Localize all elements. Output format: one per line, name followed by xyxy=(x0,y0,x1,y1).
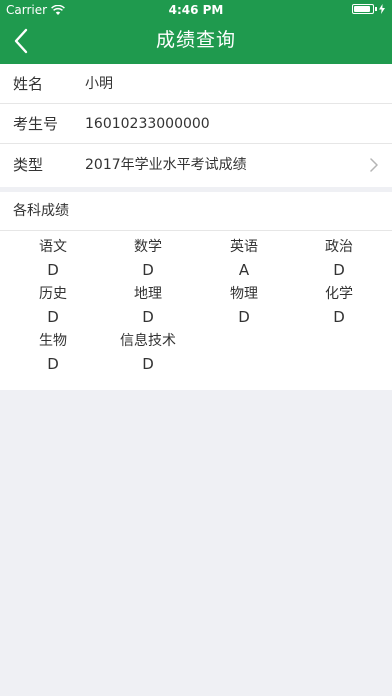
score-cell: 信息技术 D xyxy=(99,332,197,374)
name-label: 姓名 xyxy=(13,75,44,93)
status-time: 4:46 PM xyxy=(168,3,224,17)
subject-grade: D xyxy=(142,308,154,326)
subject-name: 地理 xyxy=(134,286,162,302)
navigation-bar: Carrier 4:46 PM 成绩查询 xyxy=(0,0,392,64)
subject-name: 信息技术 xyxy=(120,333,176,349)
subject-grade: D xyxy=(333,308,345,326)
subject-scores-panel: 各科成绩 语文 D 数学 D 英语 A 政治 D 历史 D 地理 D 物理 D 化学 D 生物 D 信息技术 D xyxy=(0,192,392,390)
exam-type-value: 2017年学业水平考试成绩 xyxy=(85,157,247,173)
score-cell: 物理 D xyxy=(195,285,293,327)
score-cell: 生物 D xyxy=(4,332,102,374)
exam-type-row[interactable]: 类型 2017年学业水平考试成绩 xyxy=(0,144,392,187)
score-cell: 化学 D xyxy=(290,285,388,327)
score-cell: 政治 D xyxy=(290,238,388,280)
subject-grade: D xyxy=(142,355,154,373)
exam-type-label: 类型 xyxy=(13,156,44,174)
name-value: 小明 xyxy=(85,76,113,92)
subject-grade: D xyxy=(142,261,154,279)
score-cell: 历史 D xyxy=(4,285,102,327)
subject-grade: A xyxy=(238,261,250,279)
subject-grade: D xyxy=(47,355,59,373)
subject-name: 化学 xyxy=(325,286,353,302)
scores-heading: 各科成绩 xyxy=(0,192,392,231)
scores-grid: 语文 D 数学 D 英语 A 政治 D 历史 D 地理 D 物理 D 化学 D 生物 D 信息技术 D xyxy=(0,231,392,381)
subject-name: 语文 xyxy=(39,239,67,255)
battery-indicator xyxy=(352,4,385,14)
exam-number-value: 16010233000000 xyxy=(85,116,210,132)
chevron-right-icon xyxy=(370,158,378,172)
subject-name: 政治 xyxy=(325,239,353,255)
name-row: 姓名 小明 xyxy=(0,64,392,104)
battery-icon xyxy=(352,4,374,14)
subject-grade: D xyxy=(333,261,345,279)
subject-grade: D xyxy=(238,308,250,326)
subject-name: 数学 xyxy=(134,239,162,255)
page-title: 成绩查询 xyxy=(155,29,236,51)
exam-number-label: 考生号 xyxy=(13,115,59,133)
score-cell: 数学 D xyxy=(99,238,197,280)
subject-name: 英语 xyxy=(230,239,258,255)
subject-grade: D xyxy=(47,308,59,326)
charging-bolt-icon xyxy=(379,4,385,14)
score-cell: 英语 A xyxy=(195,238,293,280)
battery-cap xyxy=(375,7,377,11)
battery-fill xyxy=(354,6,371,12)
subject-name: 物理 xyxy=(230,286,258,302)
score-cell: 地理 D xyxy=(99,285,197,327)
status-bar: Carrier 4:46 PM xyxy=(0,0,392,20)
score-cell: 语文 D xyxy=(4,238,102,280)
subject-grade: D xyxy=(47,261,59,279)
subject-name: 生物 xyxy=(39,333,67,349)
student-info-list: 姓名 小明 考生号 16010233000000 类型 2017年学业水平考试成… xyxy=(0,64,392,187)
exam-number-row: 考生号 16010233000000 xyxy=(0,104,392,144)
subject-name: 历史 xyxy=(39,286,67,302)
